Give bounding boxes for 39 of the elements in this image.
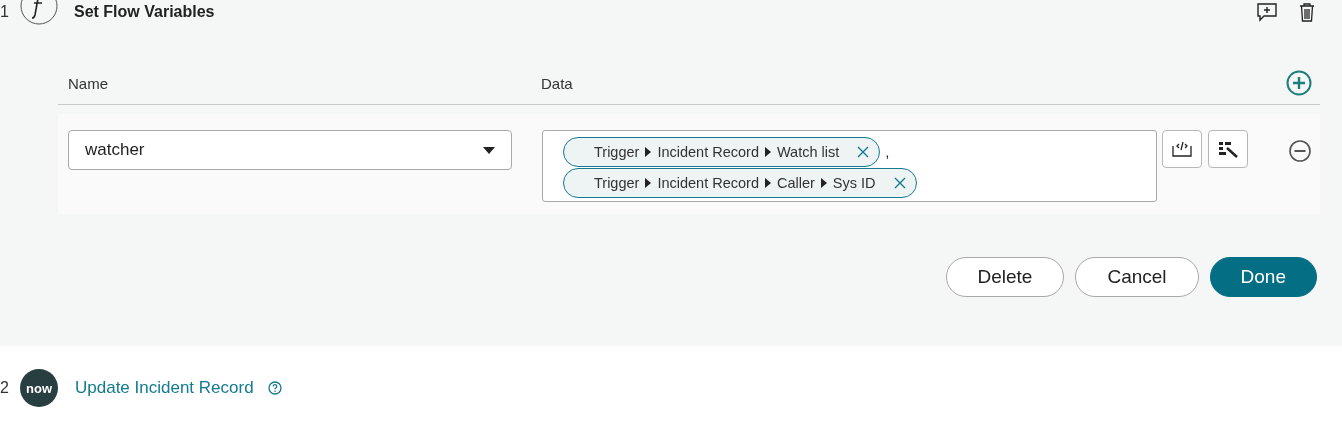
data-picker-icon	[1218, 140, 1238, 158]
add-icon[interactable]	[1286, 70, 1312, 96]
remove-row-icon[interactable]	[1289, 140, 1311, 162]
path-label: Caller	[776, 174, 815, 191]
data-pill[interactable]: Trigger Incident Record Caller Sys ID	[563, 167, 917, 198]
help-icon[interactable]	[267, 381, 282, 395]
caret-icon	[764, 146, 771, 157]
data-pill[interactable]: Trigger Incident Record Watch list	[563, 136, 881, 167]
done-button[interactable]: Done	[1209, 257, 1317, 297]
column-header: Data	[541, 74, 574, 92]
caret-icon	[764, 177, 771, 188]
path-label: Incident Record	[657, 143, 759, 160]
action-button[interactable]: Cancel	[1075, 257, 1199, 297]
data-field[interactable]: Trigger Incident Record Watch list , Trigger Incident Record Caller Sys ID	[542, 130, 1157, 202]
trash-icon[interactable]	[1298, 2, 1316, 22]
caret-icon	[820, 177, 827, 188]
caret-icon	[645, 177, 652, 188]
script-toggle-button[interactable]	[1162, 130, 1202, 168]
dropdown-caret-icon	[483, 146, 495, 154]
path-label: Incident Record	[657, 174, 759, 191]
separator: ,	[885, 143, 890, 160]
add-comment-icon[interactable]	[1256, 2, 1278, 22]
remove-icon[interactable]	[857, 145, 870, 158]
step-number: 2	[0, 379, 10, 397]
remove-icon[interactable]	[893, 176, 906, 189]
path-label: Trigger	[594, 174, 640, 191]
step-title-link[interactable]: Update Incident Record	[75, 378, 254, 398]
step-title: Set Flow Variables	[74, 3, 215, 21]
caret-icon	[645, 146, 652, 157]
path-label: Trigger	[594, 143, 640, 160]
data-picker-button[interactable]	[1208, 130, 1248, 168]
now-logo: now	[20, 369, 58, 407]
script-icon	[1172, 141, 1192, 157]
path-label: Sys ID	[832, 174, 876, 191]
column-header: Name	[68, 74, 109, 92]
path-label: Watch list	[776, 143, 840, 160]
action-button[interactable]: Delete	[945, 257, 1065, 297]
name-dropdown[interactable]: watcher	[68, 130, 512, 170]
step-number: 1	[0, 3, 10, 21]
